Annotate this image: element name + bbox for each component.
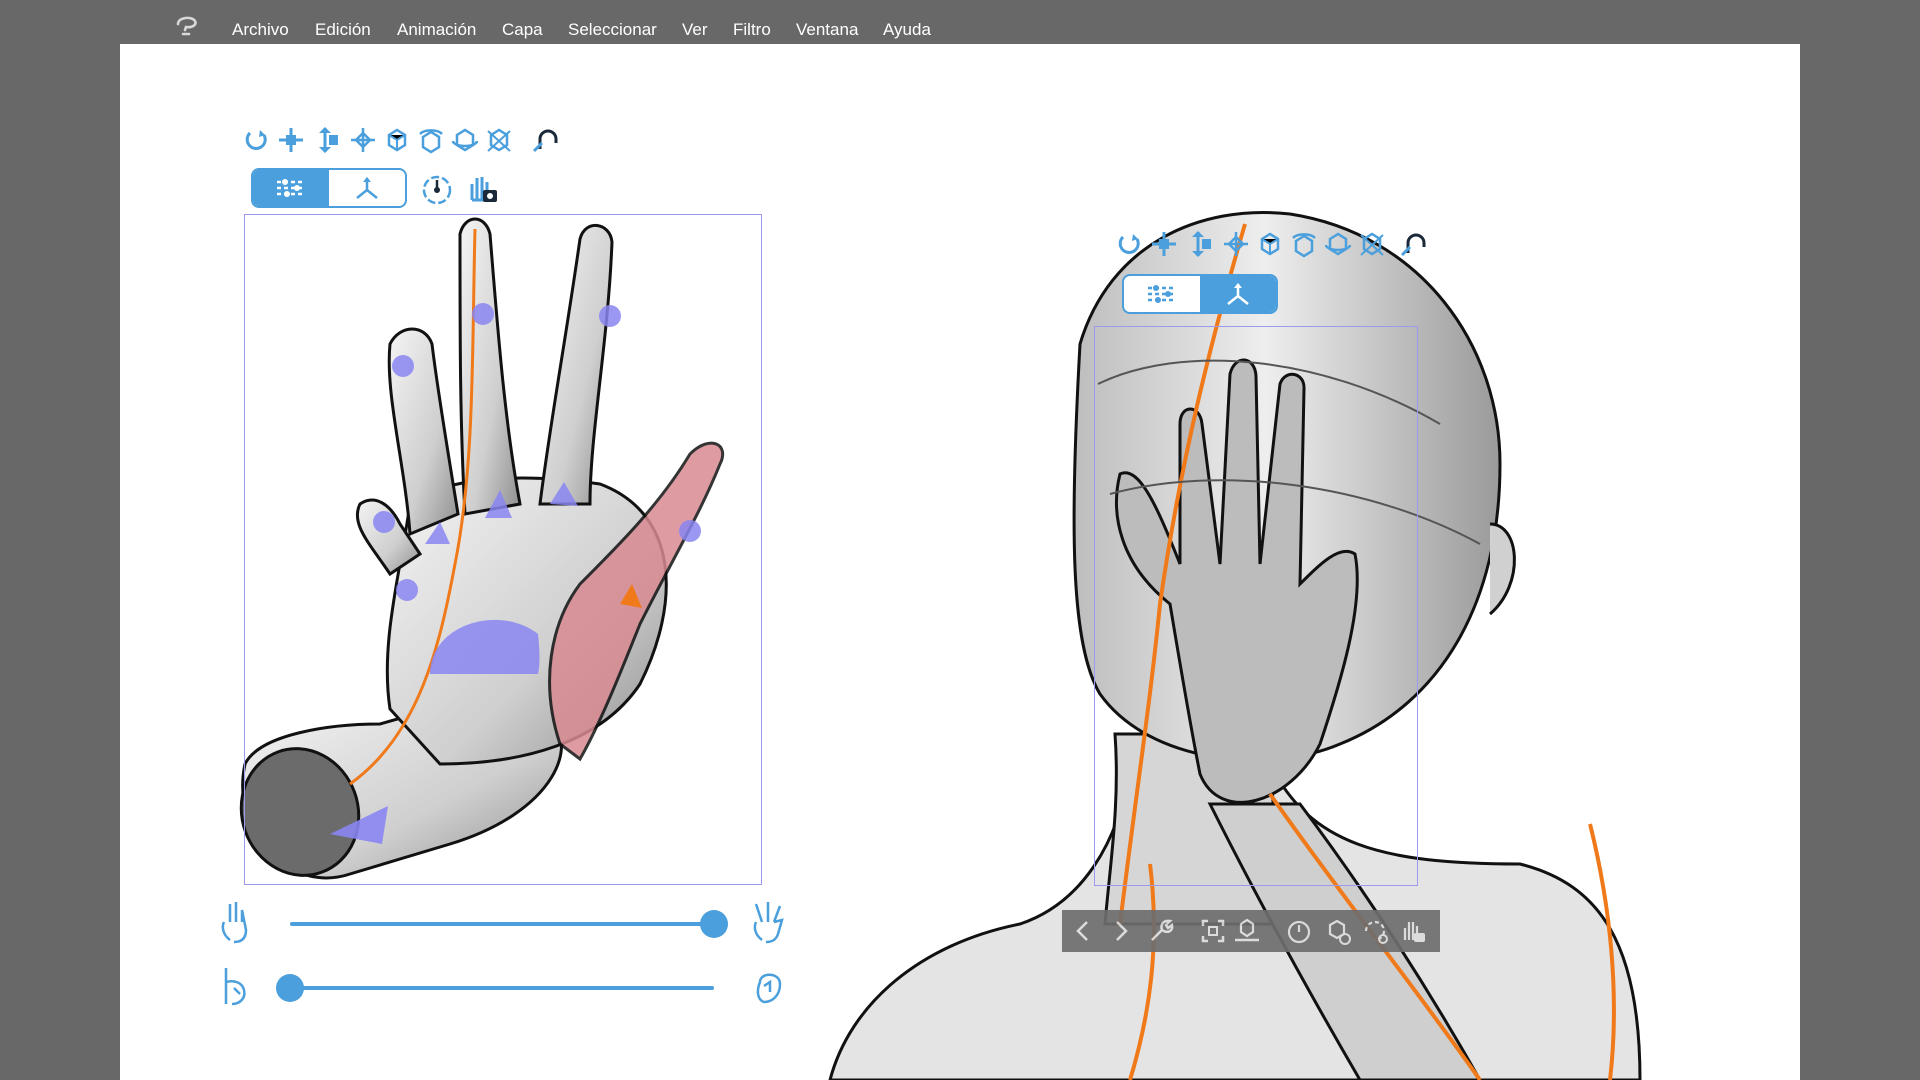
menu-help[interactable]: Ayuda (883, 19, 931, 41)
menu-animation[interactable]: Animación (397, 19, 476, 41)
menu-view[interactable]: Ver (682, 19, 708, 41)
rotate-camera-icon[interactable] (382, 125, 412, 155)
move-xy-icon[interactable] (276, 125, 306, 155)
sliders-mode-button[interactable] (1124, 276, 1200, 312)
rotate-z-icon[interactable] (1357, 229, 1387, 259)
gizmo-mode-button[interactable] (1200, 276, 1276, 312)
hand-model[interactable] (224, 217, 725, 892)
pan-icon[interactable] (348, 125, 378, 155)
spread-slider-track[interactable] (290, 922, 714, 926)
timer-icon[interactable] (1284, 916, 1314, 946)
grip-slider-track[interactable] (290, 986, 714, 990)
hand-closed-fingers-icon (221, 902, 248, 944)
clip-studio-logo-icon[interactable] (174, 14, 200, 38)
rotate-icon[interactable] (1115, 229, 1145, 259)
sliders-mode-icon (277, 179, 305, 197)
gizmo-mode-icon (1227, 283, 1249, 305)
move-xy-icon[interactable] (1149, 229, 1179, 259)
figure-mode-toggle (1122, 274, 1278, 314)
rotate-reset-icon[interactable] (1360, 916, 1390, 946)
gizmo-mode-button[interactable] (329, 170, 405, 206)
canvas[interactable] (120, 44, 1800, 1080)
hand-spread-fingers-icon (753, 902, 784, 944)
menu-file[interactable]: Archivo (232, 19, 289, 41)
hand-open-icon (224, 968, 246, 1006)
rotate-y-icon[interactable] (450, 125, 480, 155)
model-reset-icon[interactable] (1322, 916, 1352, 946)
menu-window[interactable]: Ventana (796, 19, 858, 41)
rotate-x-icon[interactable] (1289, 229, 1319, 259)
menu-layer[interactable]: Capa (502, 19, 543, 41)
hand-capture-icon[interactable] (464, 170, 500, 206)
sliders-mode-button[interactable] (253, 170, 329, 206)
menu-edit[interactable]: Edición (315, 19, 371, 41)
rotate-camera-icon[interactable] (1255, 229, 1285, 259)
chevron-left-icon[interactable] (1068, 916, 1098, 946)
hand-fist-icon (756, 973, 782, 1004)
wrench-icon[interactable] (1146, 916, 1176, 946)
menu-bar: Archivo Edición Animación Capa Seleccion… (0, 0, 1920, 44)
chevron-right-icon[interactable] (1106, 916, 1136, 946)
rotate-icon[interactable] (242, 125, 272, 155)
move-z-icon[interactable] (310, 125, 340, 155)
hand-mode-toggle (251, 168, 407, 208)
magnet-icon[interactable] (530, 125, 560, 155)
move-z-icon[interactable] (1183, 229, 1213, 259)
rotate-z-icon[interactable] (484, 125, 514, 155)
grip-slider-thumb[interactable] (276, 974, 304, 1002)
menu-filter[interactable]: Filtro (733, 19, 771, 41)
rotate-y-icon[interactable] (1323, 229, 1353, 259)
pan-icon[interactable] (1221, 229, 1251, 259)
spread-slider-thumb[interactable] (700, 910, 728, 938)
menu-select[interactable]: Seleccionar (568, 19, 657, 41)
hand-capture-icon[interactable] (1398, 916, 1428, 946)
gizmo-mode-icon (356, 177, 378, 199)
fit-frame-icon[interactable] (1198, 916, 1228, 946)
magnet-icon[interactable] (1398, 229, 1428, 259)
rotate-x-icon[interactable] (416, 125, 446, 155)
ground-icon[interactable] (1232, 916, 1262, 946)
object-launcher-toolbar (1062, 910, 1440, 952)
sliders-mode-icon (1148, 285, 1176, 303)
timer-icon[interactable] (420, 172, 454, 206)
